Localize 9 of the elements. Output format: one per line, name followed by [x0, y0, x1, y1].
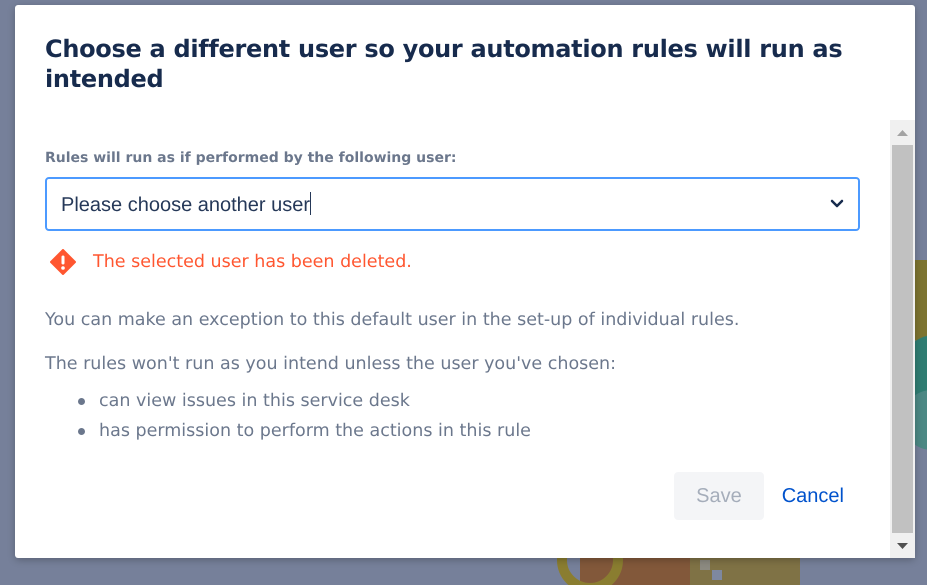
dialog-title: Choose a different user so your automation rules will run as intended — [44, 34, 844, 95]
bullet-item: has permission to perform the actions in this rule — [99, 420, 531, 443]
field-label: Rules will run as if performed by the following user: — [45, 150, 456, 166]
error-message: The selected user has been deleted. — [93, 252, 412, 272]
paragraph: You can make an exception to this default user in the set-up of individual rules. — [45, 309, 740, 332]
cancel-button[interactable]: Cancel — [768, 472, 858, 520]
user-select[interactable]: Please choose another user — [45, 177, 860, 231]
paragraph: The rules won't run as you intend unless the user you've chosen: — [45, 353, 618, 376]
bullet-item: can view issues in this service desk — [99, 390, 410, 413]
